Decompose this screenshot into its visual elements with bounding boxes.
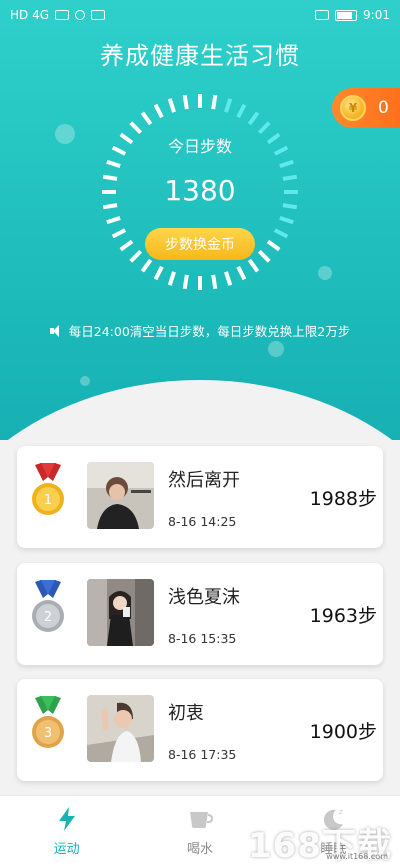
avatar [87, 579, 154, 646]
tab-water[interactable]: 喝水 [133, 796, 266, 866]
medal-rank: 3 [44, 726, 52, 741]
notification-icon [91, 10, 106, 20]
dial-tick [167, 271, 176, 286]
svg-text:z: z [339, 808, 343, 816]
wifi-icon [75, 10, 86, 20]
dial-tick [236, 103, 247, 119]
record-time: 8-16 14:25 [168, 514, 237, 529]
dial-tick [167, 98, 176, 113]
dial-tick [129, 249, 143, 263]
signal-icon [55, 10, 70, 20]
tab-label: 喝水 [186, 842, 213, 857]
dial-tick [153, 103, 164, 119]
ranking-card[interactable]: 2 浅色夏沫 8-16 15:35 1963步 [17, 563, 383, 665]
dial-tick [257, 249, 271, 263]
dial-tick [119, 239, 134, 252]
dial-tick [111, 228, 127, 239]
dial-tick [279, 159, 294, 168]
dial-tick [106, 216, 121, 225]
user-name: 浅色夏沫 [168, 587, 240, 608]
ranking-card[interactable]: 1 然后离开 8-16 14:25 1988步 [17, 446, 383, 548]
dial-tick [236, 265, 247, 281]
dial-tick [224, 98, 233, 113]
medal-rank: 2 [44, 610, 52, 625]
user-name: 然后离开 [168, 470, 240, 491]
notice-bar: 每日24:00清空当日步数，每日步数兑换上限2万步 [0, 321, 400, 340]
tab-exercise[interactable]: 运动 [0, 796, 133, 866]
tab-label: 运动 [53, 842, 80, 857]
page-title: 养成健康生活习惯 [100, 42, 300, 70]
dial-tick [106, 159, 121, 168]
dial-tick [273, 228, 289, 239]
dial-tick [211, 94, 218, 110]
decor-bubble [80, 376, 90, 386]
dial-tick [140, 111, 153, 126]
steps-value: 1380 [164, 174, 236, 207]
decor-bubble [318, 266, 332, 280]
dial-tick [182, 274, 189, 290]
gold-medal-icon: 1 [32, 463, 64, 515]
ranking-card[interactable]: 3 初衷 8-16 17:35 1900步 [17, 679, 383, 781]
hero-curve [0, 380, 400, 440]
battery-icon [335, 9, 358, 21]
notice-text: 每日24:00清空当日步数，每日步数兑换上限2万步 [68, 324, 351, 339]
dial-tick [153, 265, 164, 281]
dial-tick [140, 258, 153, 273]
coin-icon: ¥ [340, 95, 366, 121]
dial-tick [266, 239, 281, 252]
status-bar: HD 4G 9:01 [0, 0, 400, 30]
step-count: 1900步 [309, 721, 377, 743]
watermark-url: www.it168.com [326, 852, 388, 861]
silver-medal-icon: 2 [32, 580, 64, 632]
dial-tick [247, 258, 260, 273]
vibrate-icon [315, 10, 330, 20]
network-label: HD 4G [10, 8, 50, 22]
dial-tick [129, 121, 143, 135]
dial-tick [211, 274, 218, 290]
record-time: 8-16 17:35 [168, 747, 237, 762]
decor-bubble [268, 341, 284, 357]
dial-tick [257, 121, 271, 135]
step-count: 1963步 [309, 605, 377, 627]
avatar [87, 695, 154, 762]
step-count: 1988步 [309, 488, 377, 510]
user-name: 初衷 [168, 703, 204, 724]
dial-tick [279, 216, 294, 225]
coin-balance-button[interactable]: ¥ 0 [332, 88, 400, 128]
medal-rank: 1 [44, 493, 52, 508]
lightning-icon [58, 807, 75, 831]
coin-count: 0 [378, 98, 389, 118]
dial-tick [182, 94, 189, 110]
cup-icon [189, 812, 213, 828]
dial-tick [247, 111, 260, 126]
record-time: 8-16 15:35 [168, 631, 237, 646]
steps-label: 今日步数 [167, 137, 232, 156]
avatar [87, 462, 154, 529]
speaker-icon [49, 324, 64, 337]
clock: 9:01 [363, 8, 390, 22]
exchange-steps-button[interactable]: 步数换金币 [145, 228, 255, 260]
bronze-medal-icon: 3 [32, 696, 64, 748]
dial-tick [224, 271, 233, 286]
